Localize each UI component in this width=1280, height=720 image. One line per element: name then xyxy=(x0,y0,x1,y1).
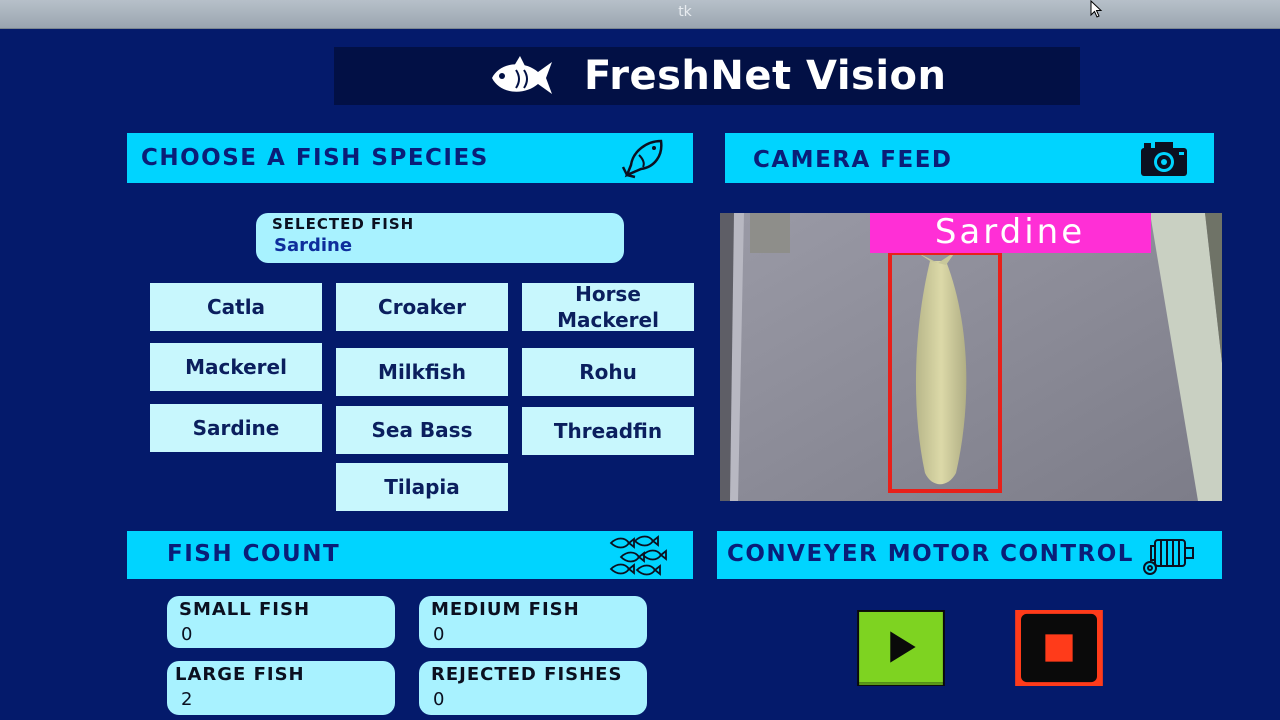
small-fish-card: SMALL FISH 0 xyxy=(167,596,395,648)
species-button-croaker[interactable]: Croaker xyxy=(336,283,508,331)
camera-section-header: CAMERA FEED xyxy=(725,133,1214,183)
species-button-mackerel[interactable]: Mackerel xyxy=(150,343,322,391)
fish-school-icon xyxy=(609,535,667,576)
fish-outline-icon xyxy=(621,139,663,179)
motor-section-title: CONVEYER MOTOR CONTROL xyxy=(727,541,1134,567)
rejected-fish-count: 0 xyxy=(433,689,445,710)
species-section-title: CHOOSE A FISH SPECIES xyxy=(141,145,489,171)
camera-feed-image: Sardine xyxy=(720,213,1222,501)
detection-label: Sardine xyxy=(935,213,1085,252)
stop-icon xyxy=(1045,634,1073,662)
large-fish-card: LARGE FISH 2 xyxy=(167,661,395,715)
large-fish-count: 2 xyxy=(181,689,193,710)
species-button-threadfin[interactable]: Threadfin xyxy=(522,407,694,455)
selected-fish-display: SELECTED FISH Sardine xyxy=(256,213,624,263)
medium-fish-label: MEDIUM FISH xyxy=(431,599,580,620)
rejected-fish-label: REJECTED FISHES xyxy=(431,664,623,685)
mouse-cursor-icon xyxy=(1090,0,1103,18)
camera-icon xyxy=(1141,142,1187,176)
small-fish-count: 0 xyxy=(181,624,193,645)
rejected-fish-card: REJECTED FISHES 0 xyxy=(419,661,647,715)
species-button-sardine[interactable]: Sardine xyxy=(150,404,322,452)
species-button-milkfish[interactable]: Milkfish xyxy=(336,348,508,396)
selected-fish-label: SELECTED FISH xyxy=(272,215,415,233)
app-title: FreshNet Vision xyxy=(584,53,947,99)
species-button-tilapia[interactable]: Tilapia xyxy=(336,463,508,511)
motor-start-button[interactable] xyxy=(857,610,945,686)
camera-section-title: CAMERA FEED xyxy=(753,147,953,173)
motor-stop-button[interactable] xyxy=(1014,610,1104,686)
app-header: FreshNet Vision xyxy=(334,47,1080,105)
species-section-header: CHOOSE A FISH SPECIES xyxy=(127,133,693,183)
large-fish-label: LARGE FISH xyxy=(175,664,305,685)
species-button-catla[interactable]: Catla xyxy=(150,283,322,331)
species-button-horse-mackerel[interactable]: Horse Mackerel xyxy=(522,282,694,332)
selected-fish-value: Sardine xyxy=(274,235,353,256)
camera-feed: Sardine xyxy=(720,213,1222,501)
window-titlebar[interactable]: tk xyxy=(0,0,1280,29)
species-button-rohu[interactable]: Rohu xyxy=(522,348,694,396)
medium-fish-count: 0 xyxy=(433,624,445,645)
count-section-header: FISH COUNT xyxy=(127,531,693,579)
medium-fish-card: MEDIUM FISH 0 xyxy=(419,596,647,648)
motor-section-header: CONVEYER MOTOR CONTROL xyxy=(717,531,1222,579)
count-section-title: FISH COUNT xyxy=(167,541,341,567)
species-button-sea-bass[interactable]: Sea Bass xyxy=(336,406,508,454)
small-fish-label: SMALL FISH xyxy=(179,599,311,620)
window-title: tk xyxy=(678,4,692,20)
fish-logo-icon xyxy=(492,56,552,94)
motor-icon xyxy=(1143,539,1194,575)
